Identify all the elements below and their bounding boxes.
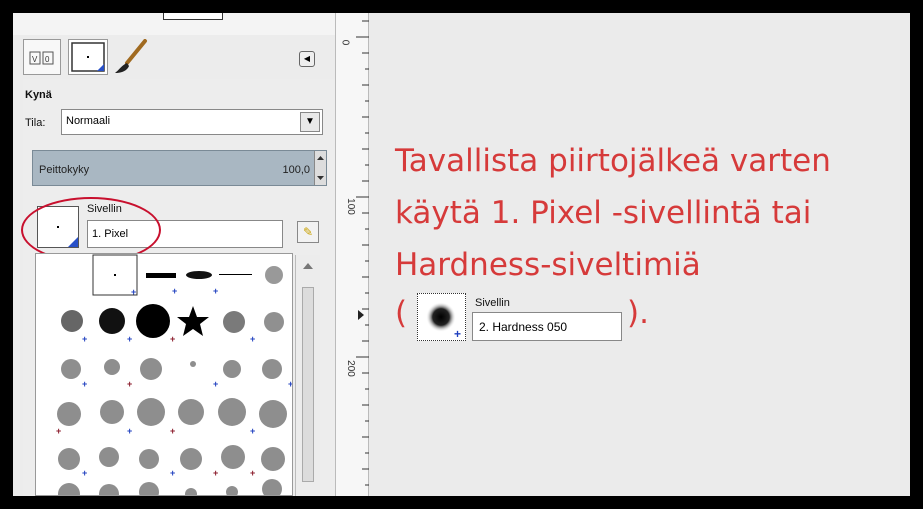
screenshot-frame: V0 ◀ Kynä Tila: Normaali ▼ Peittokyky 10… xyxy=(13,13,910,496)
brush-grid: ++ ++ ++ ++ ++ ++ ++ ++ ++ ++ xyxy=(35,253,293,496)
example-brush-name-field: 2. Hardness 050 xyxy=(472,312,622,341)
dock-handle xyxy=(163,13,223,20)
ruler-label: 100 xyxy=(344,198,356,215)
tab-brushes[interactable] xyxy=(68,39,108,75)
mode-select[interactable]: Normaali ▼ xyxy=(61,109,323,135)
hardness-brush-icon: + xyxy=(426,302,461,341)
svg-text:+: + xyxy=(127,426,132,436)
svg-text:+: + xyxy=(170,426,175,436)
svg-text:V: V xyxy=(32,55,38,64)
svg-text:+: + xyxy=(127,334,132,344)
svg-text:+: + xyxy=(454,327,461,340)
svg-text:+: + xyxy=(250,468,255,478)
opacity-slider[interactable]: Peittokyky 100,0 xyxy=(32,150,327,186)
brush-thumbnails: ++ ++ ++ ++ ++ ++ ++ ++ ++ ++ xyxy=(56,254,293,495)
svg-text:+: + xyxy=(172,286,177,296)
dropdown-arrow-icon[interactable]: ▼ xyxy=(300,112,320,132)
mode-value: Normaali xyxy=(66,115,111,127)
svg-text:+: + xyxy=(213,468,218,478)
vertical-ruler: 0 100 200 xyxy=(335,13,370,496)
example-brush-label: Sivellin xyxy=(475,297,510,309)
tool-title: Kynä xyxy=(25,89,52,101)
svg-text:0: 0 xyxy=(45,55,50,64)
ruler-label: 200 xyxy=(344,360,356,377)
svg-text:+: + xyxy=(131,287,136,297)
brush-tab-icon xyxy=(71,42,105,72)
scroll-up-icon xyxy=(303,263,313,269)
svg-text:+: + xyxy=(56,426,61,436)
scroll-thumb[interactable] xyxy=(302,287,314,482)
opacity-spin-button[interactable] xyxy=(314,151,326,185)
opacity-value: 100,0 xyxy=(282,164,310,176)
svg-text:+: + xyxy=(82,468,87,478)
caption-line-2: käytä 1. Pixel -sivellintä tai xyxy=(395,195,812,231)
caption-paren-open: ( xyxy=(395,295,408,331)
svg-text:+: + xyxy=(250,426,255,436)
ruler-ticks xyxy=(356,20,370,486)
image-canvas: Tavallista piirtojälkeä varten käytä 1. … xyxy=(369,13,910,496)
svg-text:+: + xyxy=(288,379,293,389)
svg-text:+: + xyxy=(82,379,87,389)
mode-label: Tila: xyxy=(25,117,46,129)
example-brush-preview: + xyxy=(417,293,466,341)
panel-top-strip xyxy=(13,13,335,35)
caption-paren-close: ). xyxy=(627,295,649,331)
ruler-pointer-marker xyxy=(358,310,364,320)
opacity-label: Peittokyky xyxy=(39,164,90,176)
svg-text:+: + xyxy=(127,379,132,389)
svg-text:+: + xyxy=(250,334,255,344)
ruler-label: 0 xyxy=(339,39,351,46)
svg-text:+: + xyxy=(213,286,218,296)
tab-device-status[interactable]: V0 xyxy=(23,39,61,75)
svg-text:+: + xyxy=(170,468,175,478)
svg-text:+: + xyxy=(213,379,218,389)
svg-text:+: + xyxy=(170,334,175,344)
tool-options-panel: V0 ◀ Kynä Tila: Normaali ▼ Peittokyky 10… xyxy=(13,13,335,496)
brush-grid-scrollbar[interactable] xyxy=(295,255,320,496)
spin-arrows-icon xyxy=(317,156,324,180)
svg-text:+: + xyxy=(82,334,87,344)
caption-line-1: Tavallista piirtojälkeä varten xyxy=(395,143,831,179)
edit-brush-icon[interactable]: ✎ xyxy=(297,221,319,243)
device-status-icon: V0 xyxy=(29,51,54,65)
caption-line-3: Hardness-siveltimiä xyxy=(395,247,701,283)
tab-paint-tool[interactable] xyxy=(113,39,151,75)
configure-tab-icon[interactable]: ◀ xyxy=(299,51,315,67)
paintbrush-icon xyxy=(115,39,147,73)
